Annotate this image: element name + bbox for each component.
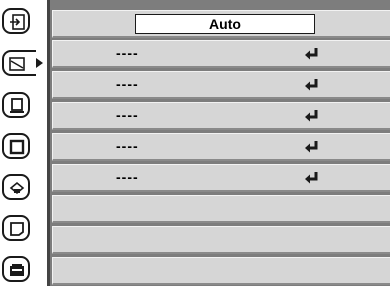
menu-row-4[interactable]: ---- xyxy=(52,133,390,161)
image-select-tab[interactable] xyxy=(2,133,30,159)
image-select-icon xyxy=(9,139,25,155)
picture-adjust-tab[interactable] xyxy=(2,50,36,76)
color-tab[interactable] xyxy=(2,174,30,200)
mode-row[interactable]: Auto xyxy=(52,10,390,38)
menu-row-3[interactable]: ---- xyxy=(52,102,390,130)
input-tab[interactable] xyxy=(2,8,30,34)
color-icon xyxy=(9,181,25,195)
enter-icon xyxy=(305,110,318,122)
row-label: ---- xyxy=(116,76,139,92)
info-tab[interactable] xyxy=(2,256,30,282)
menu-row-5[interactable]: ---- xyxy=(52,164,390,192)
enter-icon xyxy=(305,141,318,153)
menu-row-2[interactable]: ---- xyxy=(52,71,390,99)
side-menu xyxy=(0,0,50,286)
screen-icon xyxy=(10,98,24,113)
enter-icon xyxy=(305,48,318,60)
row-label: ---- xyxy=(116,107,139,123)
active-tab-arrow-icon xyxy=(36,58,43,68)
menu-panel: Auto ---- ---- ---- ---- ---- xyxy=(50,0,390,286)
setting-tab[interactable] xyxy=(2,215,30,241)
setting-icon xyxy=(10,222,24,236)
row-label: ---- xyxy=(116,45,139,61)
menu-row-empty-1 xyxy=(52,195,390,223)
menu-row-1[interactable]: ---- xyxy=(52,40,390,68)
info-icon xyxy=(10,264,24,276)
menu-row-empty-3 xyxy=(52,257,390,285)
row-label: ---- xyxy=(116,138,139,154)
picture-adjust-icon xyxy=(9,57,25,71)
screen-tab[interactable] xyxy=(2,92,30,118)
enter-icon xyxy=(305,79,318,91)
mode-value[interactable]: Auto xyxy=(135,14,315,34)
input-icon xyxy=(10,14,25,30)
enter-icon xyxy=(305,172,318,184)
menu-row-empty-2 xyxy=(52,226,390,254)
row-label: ---- xyxy=(116,169,139,185)
